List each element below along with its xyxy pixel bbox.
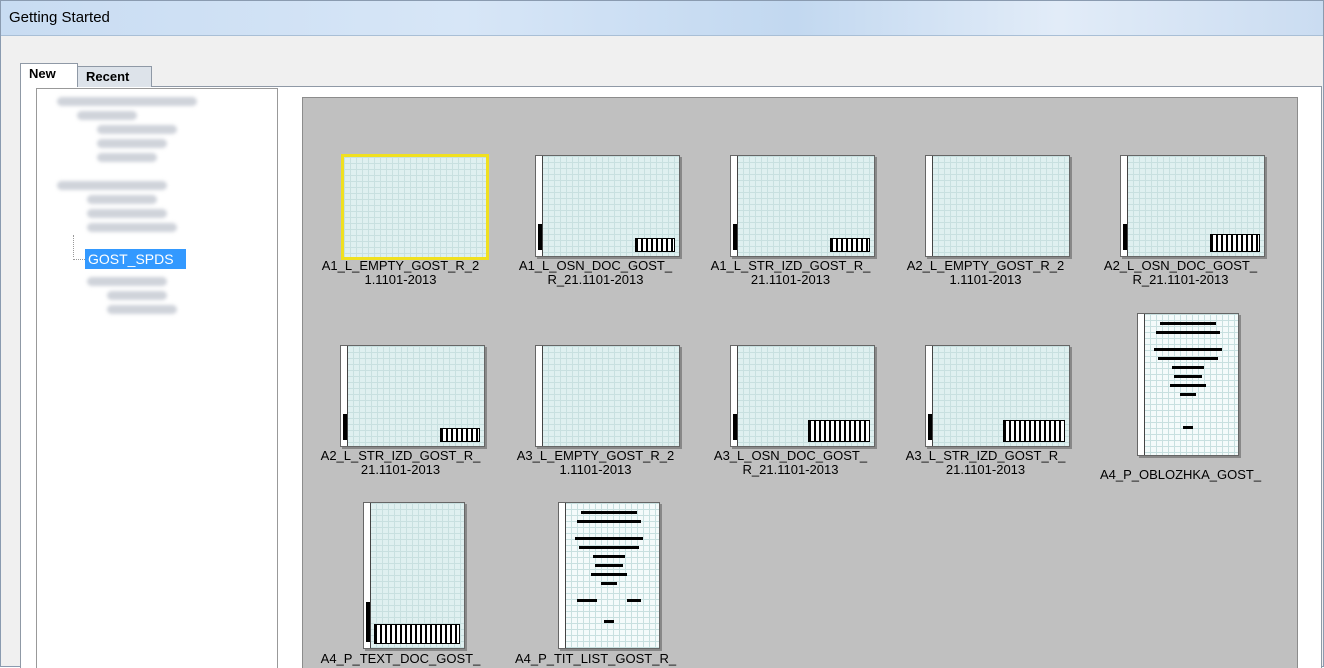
side-stamp [343, 414, 347, 440]
sheet-margin [559, 503, 566, 648]
side-stamp [366, 602, 370, 642]
title-block [808, 420, 870, 442]
title-block [440, 428, 480, 442]
template-thumbnail[interactable] [535, 345, 680, 447]
template-category-tree[interactable]: GOST_SPDS [36, 88, 278, 668]
side-stamp [1123, 224, 1127, 250]
blurred-tree-item [77, 111, 137, 120]
blurred-tree-item [87, 195, 157, 204]
template-label: A2_L_STR_IZD_GOST_R_ 21.1101-2013 [320, 448, 481, 477]
blurred-tree-item [97, 125, 177, 134]
sheet-margin [926, 156, 933, 256]
side-stamp [733, 414, 737, 440]
cover-text-lines [1148, 316, 1228, 435]
blurred-tree-item [107, 305, 177, 314]
template-thumbnail[interactable] [730, 155, 875, 257]
tree-item-gost-spds[interactable]: GOST_SPDS [85, 249, 186, 269]
tab-new[interactable]: New [20, 63, 78, 87]
title-bar[interactable]: Getting Started [1, 1, 1323, 36]
title-block [830, 238, 870, 252]
title-block [374, 624, 460, 644]
title-block [1210, 234, 1260, 252]
template-label: A4_P_TIT_LIST_GOST_R_ [514, 651, 677, 666]
blurred-tree-item [97, 139, 167, 148]
template-thumbnail[interactable] [363, 502, 465, 649]
template-thumbnail[interactable] [925, 155, 1070, 257]
title-page-text-lines [569, 505, 649, 629]
tab-recent[interactable]: Recent [77, 66, 152, 87]
title-block [635, 238, 675, 252]
template-label: A2_L_OSN_DOC_GOST_ R_21.1101-2013 [1103, 258, 1258, 287]
title-block [1003, 420, 1065, 442]
template-thumbnail[interactable] [558, 502, 660, 649]
sheet-margin [536, 346, 543, 446]
blurred-tree-item [107, 291, 167, 300]
template-thumbnail[interactable] [1137, 313, 1239, 456]
template-label: A3_L_EMPTY_GOST_R_2 1.1101-2013 [516, 448, 675, 477]
blurred-tree-item [87, 209, 167, 218]
template-thumbnail[interactable] [730, 345, 875, 447]
template-gallery[interactable]: A1_L_EMPTY_GOST_R_2 1.1101-2013 A1_L_OSN… [302, 97, 1298, 668]
blurred-tree-item [97, 153, 157, 162]
template-label: A1_L_STR_IZD_GOST_R_ 21.1101-2013 [710, 258, 871, 287]
tree-connector [73, 259, 85, 260]
template-label: A2_L_EMPTY_GOST_R_2 1.1101-2013 [906, 258, 1065, 287]
template-label: A3_L_STR_IZD_GOST_R_ 21.1101-2013 [905, 448, 1066, 477]
template-thumbnail[interactable] [1120, 155, 1265, 257]
template-label: A1_L_OSN_DOC_GOST_ R_21.1101-2013 [518, 258, 673, 287]
blurred-tree-item [87, 277, 167, 286]
template-label: A1_L_EMPTY_GOST_R_2 1.1101-2013 [321, 258, 480, 287]
template-label: A4_P_OBLOZHKA_GOST_ [1099, 467, 1262, 482]
template-label: A4_P_TEXT_DOC_GOST_ [320, 651, 481, 666]
template-thumbnail[interactable] [535, 155, 680, 257]
template-thumbnail[interactable] [341, 154, 489, 260]
template-label: A3_L_OSN_DOC_GOST_ R_21.1101-2013 [713, 448, 868, 477]
blurred-tree-item [57, 97, 197, 106]
blurred-tree-item [87, 223, 177, 232]
template-thumbnail[interactable] [925, 345, 1070, 447]
window-title: Getting Started [9, 9, 110, 26]
tree-connector [73, 235, 74, 257]
template-thumbnail[interactable] [340, 345, 485, 447]
blurred-tree-item [57, 181, 167, 190]
sheet-margin [1138, 314, 1145, 455]
side-stamp [538, 224, 542, 250]
side-stamp [733, 224, 737, 250]
side-stamp [928, 414, 932, 440]
